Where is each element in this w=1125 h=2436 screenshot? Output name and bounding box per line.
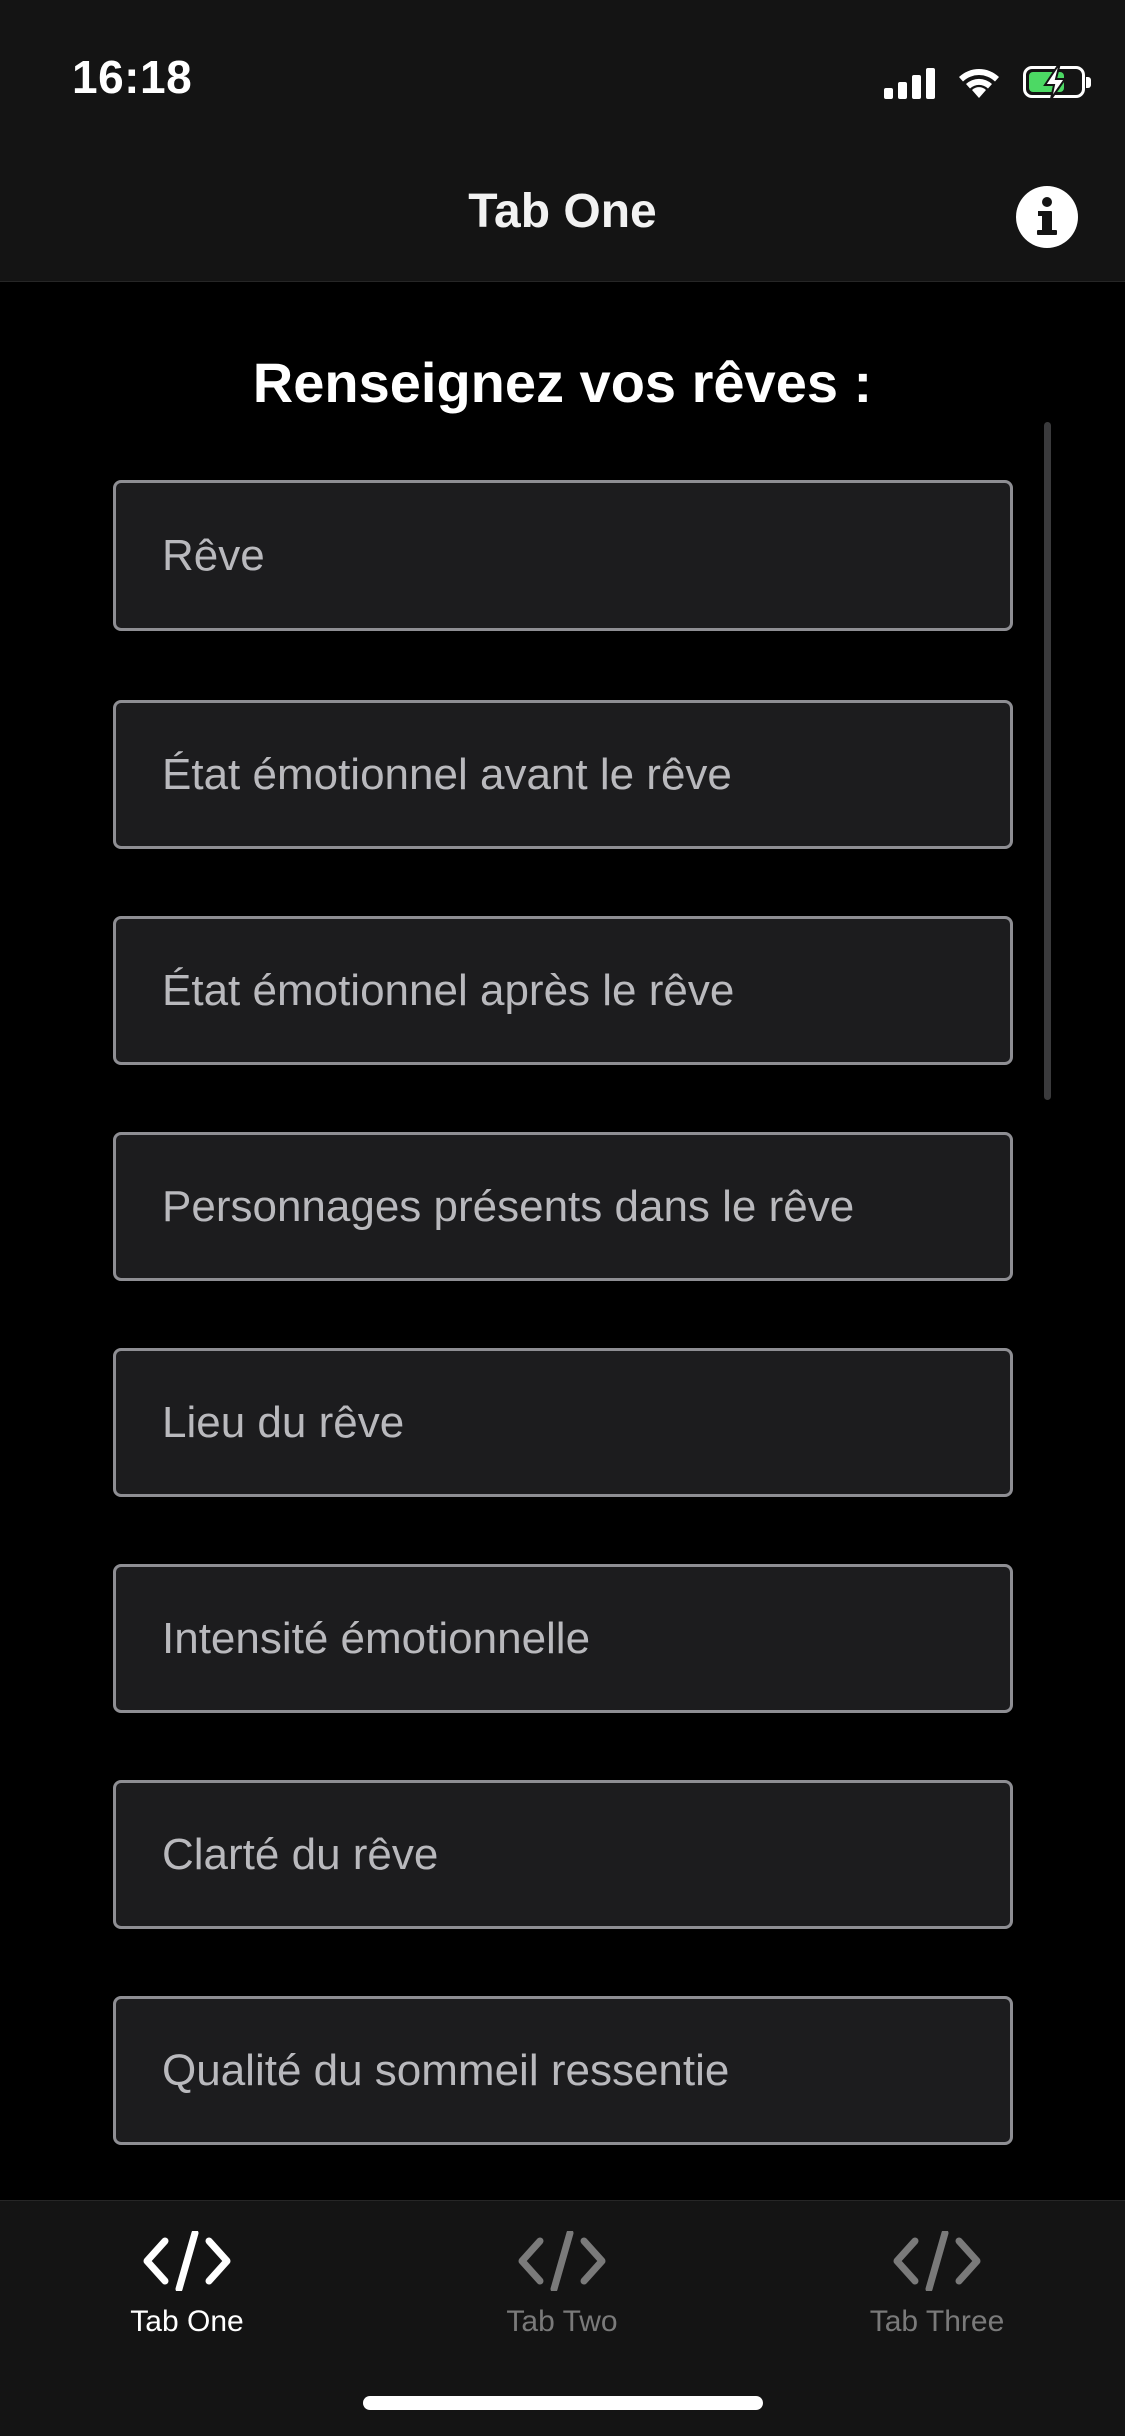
- dream-field[interactable]: [113, 480, 1013, 631]
- characters-input[interactable]: [116, 1135, 1010, 1278]
- dream-input[interactable]: [116, 483, 1010, 628]
- charging-bolt-icon: [1043, 66, 1067, 100]
- location-field[interactable]: [113, 1348, 1013, 1497]
- dream-form: Renseignez vos rêves :: [0, 282, 1125, 2200]
- emotional-intensity-input[interactable]: [116, 1567, 1010, 1710]
- page-title: Tab One: [468, 185, 657, 238]
- tab-label: Tab Two: [506, 2305, 618, 2338]
- characters-field[interactable]: [113, 1132, 1013, 1281]
- wifi-icon: [959, 69, 999, 98]
- info-button[interactable]: [1015, 185, 1079, 249]
- tab-one[interactable]: Tab One: [62, 2231, 312, 2371]
- tab-label: Tab One: [130, 2305, 244, 2338]
- form-title: Renseignez vos rêves :: [252, 351, 873, 414]
- emotion-after-field[interactable]: [113, 916, 1013, 1065]
- tab-three[interactable]: Tab Three: [812, 2231, 1062, 2371]
- tab-two[interactable]: Tab Two: [437, 2231, 687, 2371]
- emotion-before-field[interactable]: [113, 700, 1013, 849]
- status-time: 16:18: [72, 51, 193, 103]
- scroll-indicator[interactable]: [1044, 422, 1051, 1100]
- sleep-quality-field[interactable]: [113, 1996, 1013, 2145]
- battery-charging-icon: [1023, 66, 1091, 100]
- emotional-intensity-field[interactable]: [113, 1564, 1013, 1713]
- info-circle-icon: [1016, 186, 1078, 248]
- code-icon: [143, 2231, 231, 2291]
- dream-clarity-input[interactable]: [116, 1783, 1010, 1926]
- code-icon: [893, 2231, 981, 2291]
- sleep-quality-input[interactable]: [116, 1999, 1010, 2142]
- nav-header: Tab One: [0, 140, 1125, 282]
- home-indicator[interactable]: [363, 2396, 763, 2410]
- code-icon: [518, 2231, 606, 2291]
- location-input[interactable]: [116, 1351, 1010, 1494]
- status-icons: [884, 62, 1091, 102]
- status-bar: 16:18: [0, 0, 1125, 140]
- tab-label: Tab Three: [869, 2305, 1005, 2338]
- emotion-after-input[interactable]: [116, 919, 1010, 1062]
- battery-nub: [1086, 77, 1091, 88]
- emotion-before-input[interactable]: [116, 703, 1010, 846]
- dream-clarity-field[interactable]: [113, 1780, 1013, 1929]
- signal-bars-icon: [884, 65, 935, 99]
